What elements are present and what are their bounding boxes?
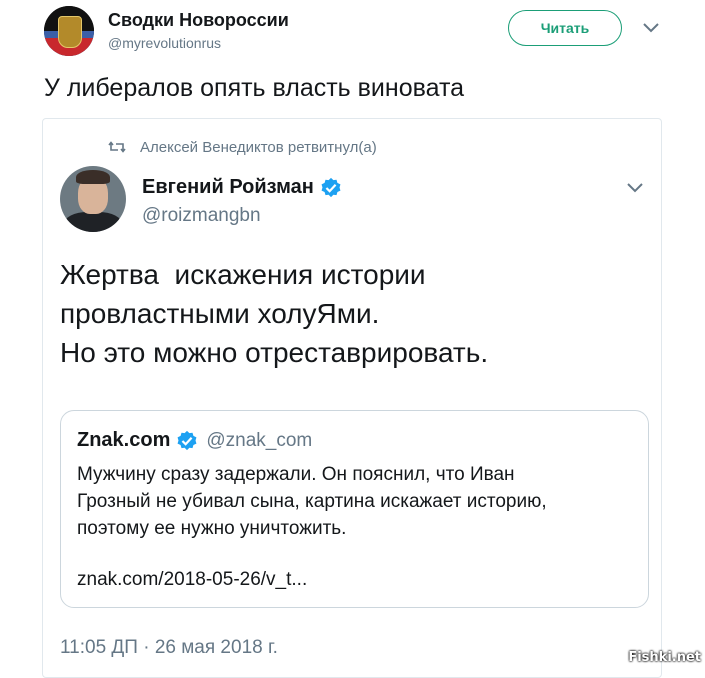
- account-handle: @znak_com: [206, 429, 313, 451]
- verified-badge-icon: [321, 177, 341, 197]
- quoted-text-line: Грозный не убивал сына, картина искажает…: [77, 491, 547, 512]
- quoted-text-line: Мужчину сразу задержали. Он пояснил, что…: [77, 464, 515, 485]
- retweet-context: Алексей Венедиктов ретвитнул(а): [64, 137, 377, 157]
- watermark: Fishki.net: [628, 650, 701, 665]
- account-handle[interactable]: @myrevolutionrus: [108, 35, 221, 51]
- tweet-timestamp[interactable]: 11:05 ДП · 26 мая 2018 г.: [60, 637, 278, 659]
- tweet-body-line: Жертва искажения истории: [60, 259, 426, 290]
- quoted-tweet-text: Мужчину сразу задержали. Он пояснил, что…: [77, 461, 637, 542]
- retweeted-by-label[interactable]: Алексей Венедиктов ретвитнул(а): [140, 139, 377, 156]
- quoted-tweet-header: Znak.com @znak_com: [77, 429, 312, 452]
- avatar[interactable]: [44, 6, 94, 56]
- tweet-body-line: провластными холуЯми.: [60, 298, 380, 329]
- tweet-body-line: Но это можно отреставрировать.: [60, 337, 489, 368]
- tweet-text: У либералов опять власть виновата: [44, 74, 465, 102]
- quoted-tweet-link[interactable]: znak.com/2018-05-26/v_t...: [77, 569, 307, 591]
- verified-badge-icon: [177, 430, 197, 450]
- account-handle[interactable]: @roizmangbn: [142, 205, 261, 227]
- chevron-down-icon[interactable]: [640, 20, 662, 36]
- chevron-down-icon[interactable]: [624, 180, 646, 196]
- quoted-text-line: поэтому ее нужно уничтожить.: [77, 518, 347, 539]
- tweet-body: Жертва искажения истории провластными хо…: [60, 255, 640, 372]
- account-name[interactable]: Евгений Ройзман: [142, 176, 314, 199]
- account-name: Znak.com: [77, 429, 171, 451]
- follow-button[interactable]: Читать: [508, 10, 622, 46]
- outer-tweet-header: Сводки Новороссии @myrevolutionrus Читат…: [0, 0, 705, 64]
- quoted-tweet[interactable]: Znak.com @znak_com Мужчину сразу задержа…: [60, 410, 649, 608]
- coat-of-arms-icon: [58, 16, 82, 48]
- retweet-icon: [108, 141, 126, 153]
- account-name[interactable]: Сводки Новороссии: [108, 10, 289, 31]
- avatar[interactable]: [60, 166, 126, 232]
- retweet-author: Евгений Ройзман: [142, 176, 342, 199]
